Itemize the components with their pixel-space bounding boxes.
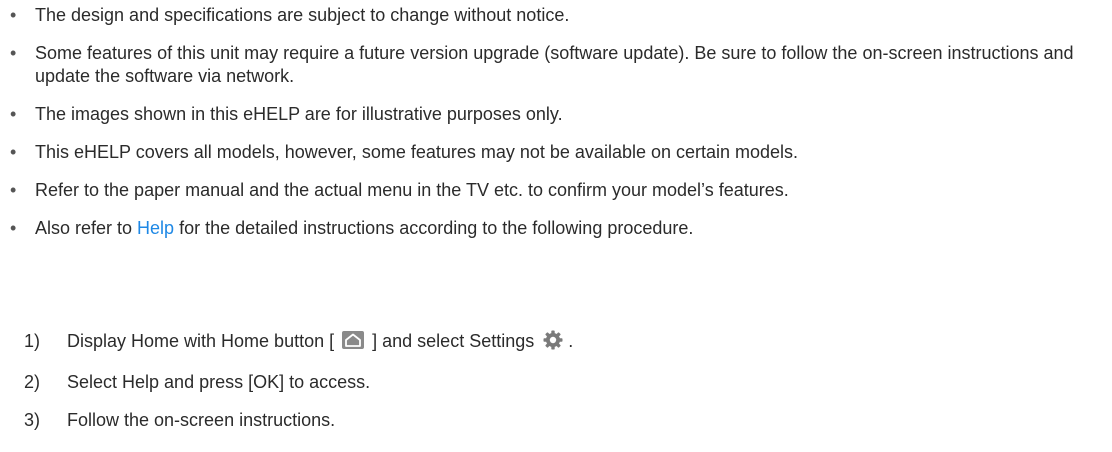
step-item: 1) Display Home with Home button [ ] and… xyxy=(24,330,573,356)
step-text: Select Help and press [OK] to access. xyxy=(67,372,371,392)
note-item: • The images shown in this eHELP are for… xyxy=(10,103,1100,126)
note-text: This eHELP covers all models, however, s… xyxy=(35,142,799,162)
note-item: • The design and specifications are subj… xyxy=(10,4,1100,27)
bullet: • xyxy=(10,218,17,238)
bullet: • xyxy=(10,5,17,25)
note-text: The design and specifications are subjec… xyxy=(35,5,570,25)
note-item: • Also refer to Help for the detailed in… xyxy=(10,217,1100,240)
note-item: • Some features of this unit may require… xyxy=(10,42,1100,88)
step-number: 2) xyxy=(24,372,41,392)
note-item: • This eHELP covers all models, however,… xyxy=(10,141,1100,164)
help-link[interactable]: Help xyxy=(137,218,174,238)
note-text: Some features of this unit may require a… xyxy=(35,43,1074,86)
step-item: 3) Follow the on-screen instructions. xyxy=(24,409,573,432)
step-number: 3) xyxy=(24,410,41,430)
step-item: 2) Select Help and press [OK] to access. xyxy=(24,371,573,394)
step-text-after: ] and select Settings xyxy=(372,331,535,351)
gear-icon xyxy=(543,330,563,356)
step-number: 1) xyxy=(24,331,41,351)
notes-list: • The design and specifications are subj… xyxy=(10,4,1100,255)
bullet: • xyxy=(10,142,17,162)
step-text-end: . xyxy=(568,331,574,351)
step-text: Follow the on-screen instructions. xyxy=(67,410,336,430)
note-text-after: for the detailed instructions according … xyxy=(174,218,694,238)
note-text-before: Also refer to xyxy=(35,218,138,238)
procedure-steps: 1) Display Home with Home button [ ] and… xyxy=(24,330,573,447)
home-icon xyxy=(342,331,365,349)
bullet: • xyxy=(10,43,17,63)
bullet: • xyxy=(10,180,17,200)
note-text: The images shown in this eHELP are for i… xyxy=(35,104,563,124)
bullet: • xyxy=(10,104,17,124)
step-text-before: Display Home with Home button [ xyxy=(67,331,335,351)
note-item: • Refer to the paper manual and the actu… xyxy=(10,179,1100,202)
note-text: Refer to the paper manual and the actual… xyxy=(35,180,789,200)
